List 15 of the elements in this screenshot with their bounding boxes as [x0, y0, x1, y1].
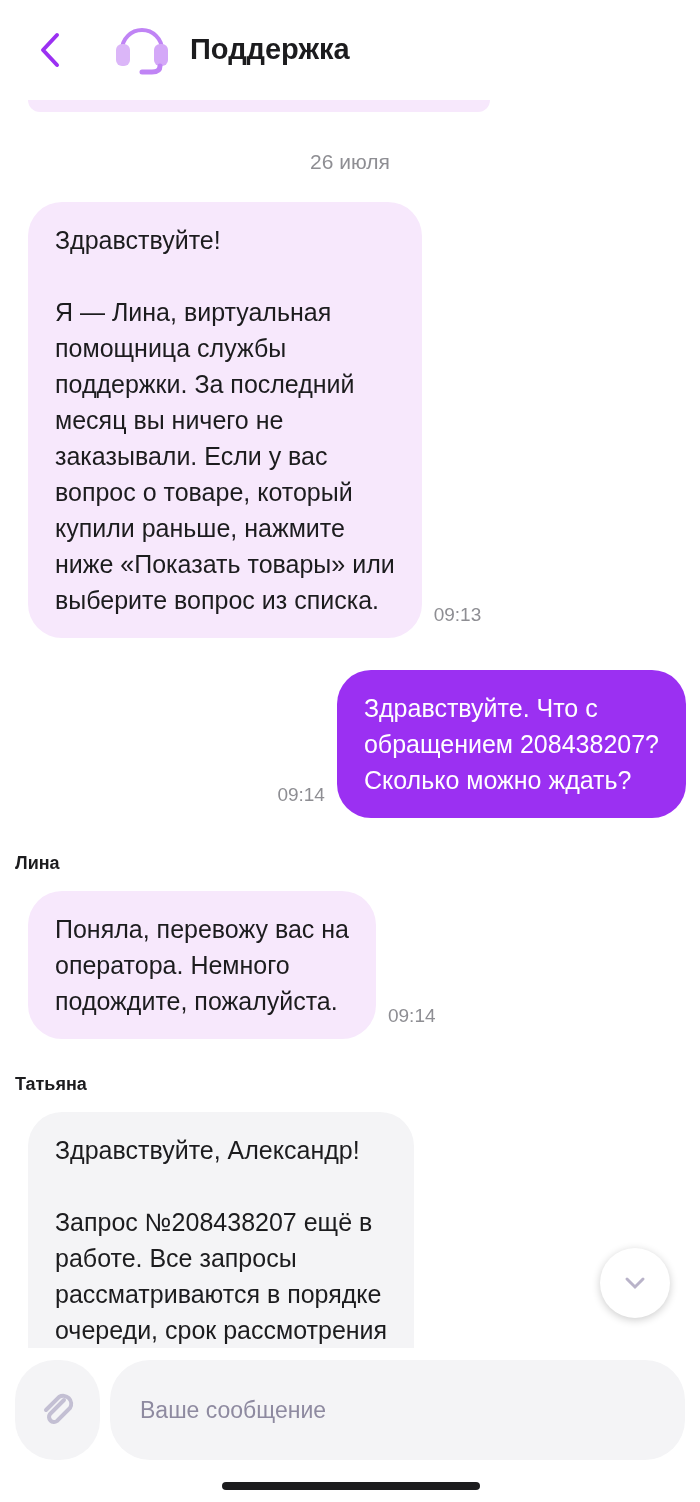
- message-bubble: Здравствуйте, Александр! Запрос №208438207 ещё в работе. Все запросы рассматриваются в порядке очереди, срок рассмотрения: [28, 1111, 415, 1348]
- message-input[interactable]: Ваше сообщение: [110, 1360, 685, 1460]
- message-bubble: Здравствуйте. Что с обращением 208438207? Сколько можно ждать?: [336, 669, 686, 818]
- message-time: 09:14: [388, 1004, 436, 1028]
- back-icon: [39, 32, 61, 68]
- message-time: 09:13: [433, 603, 482, 627]
- header-title: Поддержка: [190, 32, 350, 68]
- sender-name: Лина: [15, 851, 61, 875]
- message-time: 09:14: [277, 783, 325, 807]
- date-separator: 26 июля: [310, 149, 390, 175]
- message-bubble: Здравствуйте! Я — Лина, виртуальная помощница службы поддержки. За последний месяц вы ничего не заказывали. Если у вас вопрос о товаре, который купили раньше, нажмите ниже «Показать товары» или выберите вопрос из списка.: [28, 201, 422, 638]
- scroll-down-button[interactable]: [600, 1248, 670, 1318]
- sender-name: Татьяна: [15, 1072, 88, 1096]
- message-bubble: Поняла, перевожу вас на оператора. Немного подождите, пожалуйста.: [28, 890, 376, 1039]
- chevron-down-icon: [624, 1276, 646, 1290]
